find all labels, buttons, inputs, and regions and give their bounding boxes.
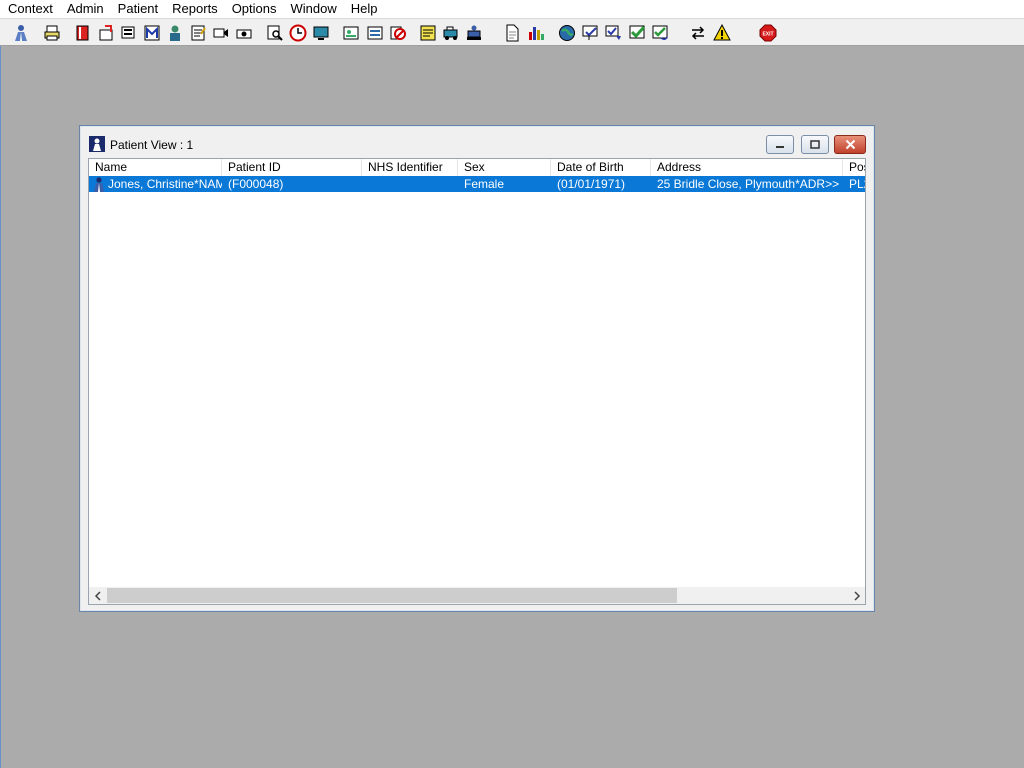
chevron-left-icon (94, 590, 101, 601)
cell-nhs-identifier (362, 176, 458, 192)
maximize-button[interactable] (801, 135, 829, 154)
window-title-bar[interactable]: Patient View : 1 (81, 127, 873, 157)
column-header-address[interactable]: Address (651, 159, 843, 176)
monitor-icon[interactable] (311, 23, 331, 43)
menu-admin[interactable]: Admin (60, 0, 111, 18)
transfer-icon[interactable] (464, 23, 484, 43)
column-header-date-of-birth[interactable]: Date of Birth (551, 159, 651, 176)
menu-window[interactable]: Window (284, 0, 344, 18)
cell-postcode: PL2 (849, 177, 865, 191)
minimize-icon (776, 145, 784, 148)
sticky-note-icon[interactable] (418, 23, 438, 43)
menu-patient[interactable]: Patient (111, 0, 165, 18)
column-header-nhs-identifier[interactable]: NHS Identifier (362, 159, 458, 176)
document-icon[interactable] (502, 23, 522, 43)
cell-date-of-birth: (01/01/1971) (557, 177, 626, 191)
list-header: Name Patient ID NHS Identifier Sex Date … (89, 159, 865, 177)
scroll-right-button[interactable] (848, 587, 865, 604)
find-icon[interactable] (119, 23, 139, 43)
chevron-right-icon (853, 590, 860, 601)
menu-reports[interactable]: Reports (165, 0, 225, 18)
maximize-icon (810, 139, 820, 149)
menu-options[interactable]: Options (225, 0, 284, 18)
warning-icon[interactable] (712, 23, 732, 43)
minimize-button[interactable] (766, 135, 794, 154)
patient-list: Name Patient ID NHS Identifier Sex Date … (88, 158, 866, 605)
open-folder-icon[interactable] (96, 23, 116, 43)
menu-context[interactable]: Context (0, 0, 60, 18)
menu-help[interactable]: Help (344, 0, 385, 18)
patient-icon[interactable] (11, 23, 31, 43)
video-icon[interactable] (211, 23, 231, 43)
clock-icon[interactable] (288, 23, 308, 43)
form-icon[interactable] (365, 23, 385, 43)
letter-m-icon[interactable] (142, 23, 162, 43)
horizontal-scrollbar[interactable] (89, 587, 865, 604)
scrollbar-thumb[interactable] (107, 588, 677, 603)
bar-chart-icon[interactable] (526, 23, 546, 43)
window-title: Patient View : 1 (110, 138, 194, 152)
scroll-left-button[interactable] (89, 587, 106, 604)
check-down-icon[interactable] (603, 23, 623, 43)
check-refresh-icon[interactable] (650, 23, 670, 43)
screen-edge (0, 0, 1, 768)
cell-name: Jones, Christine*NAM... (108, 177, 222, 191)
cell-patient-id: (F000048) (228, 177, 284, 191)
patient-view-window: Patient View : 1 Name Patient ID NHS Ide… (79, 125, 875, 612)
search-document-icon[interactable] (265, 23, 285, 43)
close-icon (845, 139, 855, 150)
ambulance-icon[interactable] (441, 23, 461, 43)
column-header-patient-id[interactable]: Patient ID (222, 159, 362, 176)
column-header-sex[interactable]: Sex (458, 159, 551, 176)
checklist-icon[interactable] (580, 23, 600, 43)
svg-text:EXIT: EXIT (762, 32, 773, 38)
swap-arrows-icon[interactable] (688, 23, 708, 43)
printer-icon[interactable] (42, 23, 62, 43)
notepad-icon[interactable] (188, 23, 208, 43)
table-row[interactable]: Jones, Christine*NAM... (F000048) Female… (89, 176, 865, 192)
cell-address: 25 Bridle Close, Plymouth*ADR>> (657, 177, 840, 191)
column-header-name[interactable]: Name (89, 159, 222, 176)
exit-icon[interactable]: EXIT (758, 23, 778, 43)
close-button[interactable] (834, 135, 866, 154)
toolbar: EXIT (0, 18, 1024, 46)
id-card-icon[interactable] (341, 23, 361, 43)
menu-bar: Context Admin Patient Reports Options Wi… (0, 0, 1024, 18)
cell-sex: Female (464, 177, 505, 191)
globe-icon[interactable] (557, 23, 577, 43)
book-icon[interactable] (73, 23, 93, 43)
camera-icon[interactable] (234, 23, 254, 43)
column-header-postcode[interactable]: Pos (843, 159, 865, 176)
patient-icon (89, 136, 105, 152)
check-green-icon[interactable] (627, 23, 647, 43)
doctor-icon[interactable] (165, 23, 185, 43)
no-entry-icon[interactable] (388, 23, 408, 43)
